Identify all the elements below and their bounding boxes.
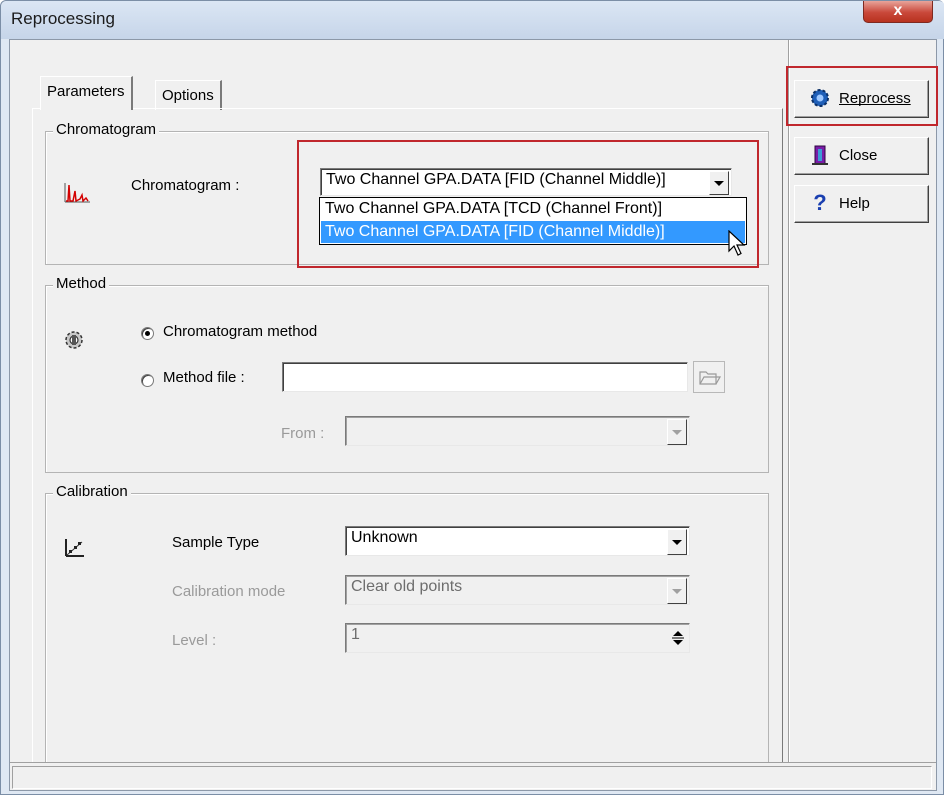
chromatogram-icon bbox=[63, 181, 91, 205]
mouse-cursor-icon bbox=[728, 229, 748, 262]
calibration-mode-label: Calibration mode bbox=[172, 583, 286, 600]
sample-type-dropdown-arrow-icon[interactable] bbox=[667, 529, 687, 555]
method-file-label: Method file : bbox=[163, 369, 245, 386]
level-spinner[interactable]: 1 bbox=[345, 623, 690, 653]
method-group-title: Method bbox=[53, 275, 110, 292]
dialog-client-area: Parameters Options Chromatogram Chromato… bbox=[9, 39, 938, 791]
chromatogram-label: Chromatogram : bbox=[131, 177, 240, 194]
from-label: From : bbox=[281, 425, 325, 442]
sample-type-select[interactable]: Unknown bbox=[345, 526, 690, 556]
method-file-radio[interactable] bbox=[141, 374, 154, 387]
chromatogram-group-title: Chromatogram bbox=[53, 121, 160, 138]
reprocess-button[interactable]: Reprocess bbox=[794, 80, 929, 118]
reprocessing-window: Reprocessing x Parameters Options Chroma… bbox=[0, 0, 944, 795]
reprocess-gear-icon bbox=[809, 87, 831, 109]
from-select[interactable] bbox=[345, 416, 690, 446]
level-label: Level : bbox=[172, 632, 217, 649]
question-mark-icon: ? bbox=[813, 190, 827, 215]
level-spinner-value: 1 bbox=[351, 626, 360, 643]
sample-type-select-value: Unknown bbox=[351, 529, 418, 546]
calibration-group-title: Calibration bbox=[53, 483, 131, 500]
calibration-mode-select-value: Clear old points bbox=[351, 578, 463, 595]
window-title: Reprocessing bbox=[11, 9, 115, 28]
status-bar-field bbox=[12, 766, 932, 789]
method-gear-icon bbox=[63, 329, 85, 351]
close-button[interactable]: Close bbox=[794, 137, 929, 175]
calibration-mode-dropdown-arrow-icon[interactable] bbox=[667, 578, 687, 604]
status-bar bbox=[10, 762, 936, 790]
from-dropdown-arrow-icon[interactable] bbox=[667, 419, 687, 445]
door-exit-icon bbox=[809, 144, 831, 166]
sample-type-label: Sample Type bbox=[172, 534, 260, 551]
tab-options[interactable]: Options bbox=[155, 80, 222, 110]
browse-folder-button[interactable] bbox=[693, 361, 725, 393]
chromatogram-highlight-box bbox=[297, 140, 759, 268]
close-button-label: Close bbox=[839, 147, 878, 164]
chromatogram-method-label: Chromatogram method bbox=[163, 323, 318, 340]
tab-options-label: Options bbox=[162, 87, 214, 104]
title-bar[interactable]: Reprocessing x bbox=[1, 1, 944, 39]
open-folder-icon bbox=[699, 371, 722, 385]
help-button-label: Help bbox=[839, 195, 870, 212]
level-spinner-arrows-icon[interactable] bbox=[671, 629, 685, 647]
help-button[interactable]: ? Help bbox=[794, 185, 929, 223]
tab-parameters-label: Parameters bbox=[47, 83, 125, 100]
method-file-input[interactable] bbox=[282, 362, 688, 392]
window-close-button[interactable]: x bbox=[863, 1, 933, 23]
calibration-icon bbox=[63, 537, 85, 559]
tab-parameters[interactable]: Parameters bbox=[40, 76, 133, 110]
chromatogram-method-radio[interactable] bbox=[141, 327, 154, 340]
calibration-mode-select[interactable]: Clear old points bbox=[345, 575, 690, 605]
reprocess-button-label: Reprocess bbox=[839, 90, 911, 107]
